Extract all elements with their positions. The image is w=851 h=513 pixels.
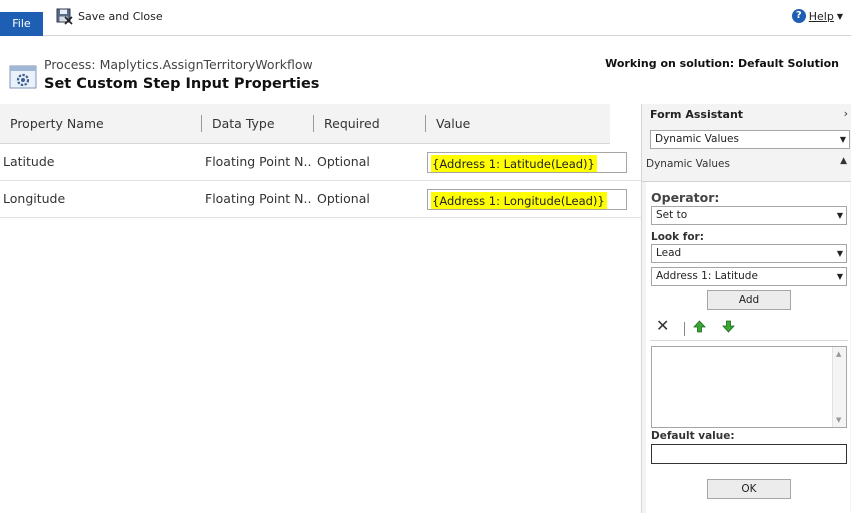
property-name-cell: Longitude [3,191,66,206]
grid-header: Property Name Data Type Required Value [0,104,641,144]
scroll-up-icon[interactable]: ▲ [836,350,841,358]
attribute-value: Address 1: Latitude [656,270,758,282]
chevron-down-icon: ▼ [836,11,843,21]
entity-select[interactable]: Lead ▼ [651,244,847,263]
data-type-cell: Floating Point N... [205,154,311,169]
default-value-label: Default value: [651,430,735,442]
value-input[interactable]: {Address 1: Longitude(Lead)} [427,189,627,210]
column-header-value[interactable]: Value [436,116,470,131]
mode-select[interactable]: Dynamic Values ▼ [650,130,850,149]
column-separator [425,115,426,132]
dynamic-values-list[interactable]: ▲ ▼ [651,346,847,428]
section-label: Dynamic Values [646,158,730,170]
save-and-close-label: Save and Close [78,9,163,23]
table-row[interactable]: Longitude Floating Point N... Optional {… [0,181,641,218]
save-close-icon [56,8,73,25]
help-icon: ? [791,9,806,23]
chevron-up-icon[interactable]: ▲ [840,156,847,166]
property-name-cell: Latitude [3,154,55,169]
form-assistant-title: Form Assistant [650,108,744,121]
form-assistant-panel: Form Assistant › Dynamic Values ▼ Dynami… [641,104,851,513]
toolbar-separator [684,322,685,336]
help-label: Help [808,9,834,23]
value-input[interactable]: {Address 1: Latitude(Lead)} [427,152,627,173]
operator-select[interactable]: Set to ▼ [651,206,847,225]
operator-value: Set to [656,209,688,221]
data-type-cell: Floating Point N... [205,191,311,206]
required-cell: Optional [317,191,370,206]
save-and-close-button[interactable]: Save and Close [56,7,163,25]
column-header-data-type[interactable]: Data Type [212,116,275,131]
add-button[interactable]: Add [707,290,791,310]
scroll-down-icon[interactable]: ▼ [836,416,841,424]
arrow-up-icon[interactable] [693,320,706,333]
page-title: Set Custom Step Input Properties [44,76,320,92]
table-row[interactable]: Latitude Floating Point N... Optional {A… [0,144,641,181]
entity-value: Lead [656,247,682,259]
properties-grid: Property Name Data Type Required Value L… [0,104,641,513]
chevron-down-icon: ▼ [836,272,843,281]
value-text: {Address 1: Longitude(Lead)} [431,192,607,209]
mode-select-value: Dynamic Values [655,133,739,145]
column-separator [313,115,314,132]
operator-label: Operator: [651,190,720,205]
ok-button[interactable]: OK [707,479,791,499]
delete-x-icon[interactable]: ✕ [656,318,669,334]
process-title: Process: Maplytics.AssignTerritoryWorkfl… [44,57,313,72]
arrow-down-icon[interactable] [722,320,735,333]
solution-indicator: Working on solution: Default Solution [605,57,839,70]
file-tab[interactable]: File [0,12,43,36]
look-for-label: Look for: [651,231,704,243]
scrollbar[interactable]: ▲ ▼ [832,347,846,427]
default-value-input[interactable] [651,444,847,464]
column-header-property-name[interactable]: Property Name [10,116,104,131]
divider [650,340,848,341]
chevron-down-icon: ▼ [836,249,843,258]
required-cell: Optional [317,154,370,169]
column-header-required[interactable]: Required [324,116,380,131]
help-menu[interactable]: ? Help ▼ [791,9,843,23]
chevron-down-icon: ▼ [836,211,843,220]
grid-header-end [610,104,641,144]
process-gear-icon [9,65,37,89]
collapse-arrow-icon[interactable]: › [844,107,848,120]
attribute-select[interactable]: Address 1: Latitude ▼ [651,267,847,286]
column-separator [201,115,202,132]
ribbon: File Save and Close ? Help ▼ [0,0,851,36]
value-text: {Address 1: Latitude(Lead)} [431,155,597,172]
chevron-down-icon: ▼ [839,135,846,144]
